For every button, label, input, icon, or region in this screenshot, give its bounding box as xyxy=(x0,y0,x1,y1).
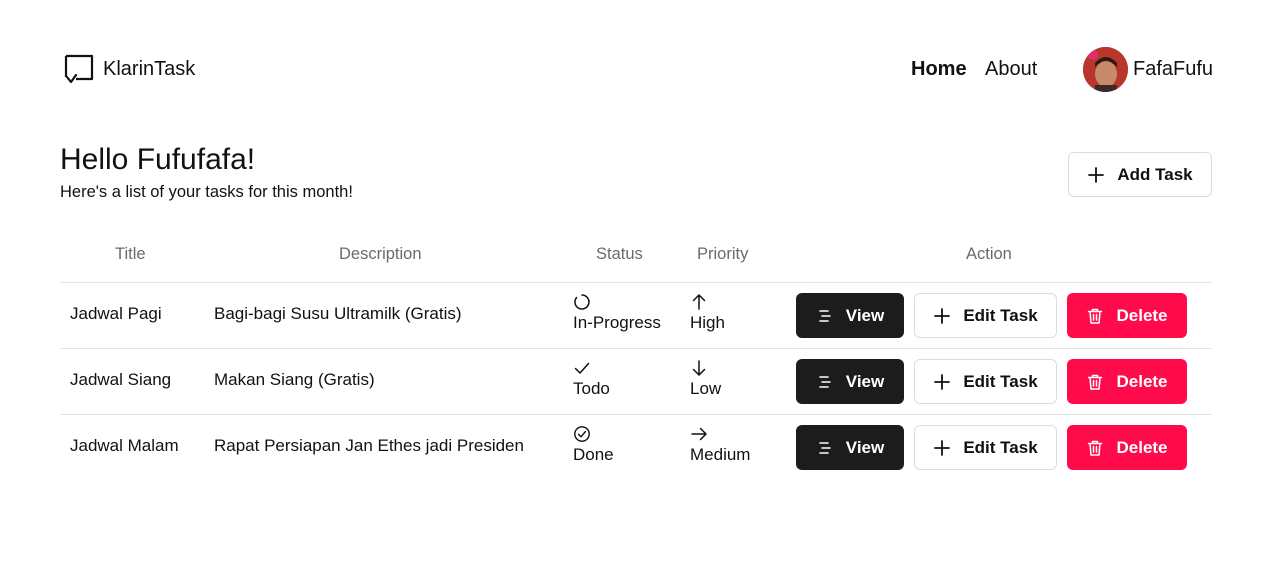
task-description: Makan Siang (Gratis) xyxy=(214,370,375,389)
plus-icon xyxy=(1088,166,1105,183)
nav-home-link[interactable]: Home xyxy=(911,58,967,81)
view-label: View xyxy=(845,371,885,391)
add-task-label: Add Task xyxy=(1117,164,1193,184)
check-circle-icon xyxy=(574,426,590,442)
task-logo-icon xyxy=(64,54,94,84)
list-icon xyxy=(818,441,831,454)
edit-label: Edit Task xyxy=(963,305,1038,325)
check-icon xyxy=(574,362,590,374)
task-priority: Medium xyxy=(690,445,751,464)
task-title: Jadwal Pagi xyxy=(70,304,162,323)
task-description: Rapat Persiapan Jan Ethes jadi Presiden xyxy=(214,436,524,455)
table-header-divider xyxy=(60,282,1212,283)
plus-icon xyxy=(934,373,951,390)
arrow-down-icon xyxy=(692,360,706,376)
row-divider xyxy=(60,414,1212,415)
user-name: FafaFufu xyxy=(1133,58,1214,80)
column-header-status: Status xyxy=(596,245,643,263)
task-description: Bagi-bagi Susu Ultramilk (Gratis) xyxy=(214,304,462,323)
task-status: Done xyxy=(573,445,614,464)
column-header-action: Action xyxy=(966,245,1012,263)
avatar xyxy=(1083,47,1128,92)
delete-button[interactable]: Delete xyxy=(1067,293,1187,338)
column-header-description: Description xyxy=(339,245,422,263)
plus-icon xyxy=(934,307,951,324)
view-button[interactable]: View xyxy=(796,359,904,404)
edit-task-button[interactable]: Edit Task xyxy=(914,359,1057,404)
page-subtitle: Here's a list of your tasks for this mon… xyxy=(60,183,353,201)
edit-label: Edit Task xyxy=(963,371,1038,391)
view-label: View xyxy=(845,305,885,325)
row-divider xyxy=(60,348,1212,349)
app-name: KlarinTask xyxy=(103,57,196,80)
edit-label: Edit Task xyxy=(963,437,1038,457)
edit-task-button[interactable]: Edit Task xyxy=(914,425,1057,470)
list-icon xyxy=(818,375,831,388)
plus-icon xyxy=(934,439,951,456)
arrow-right-icon xyxy=(691,427,707,441)
progress-circle-icon xyxy=(574,294,590,310)
column-header-title: Title xyxy=(115,245,146,263)
task-priority: Low xyxy=(690,379,722,398)
view-button[interactable]: View xyxy=(796,425,904,470)
delete-label: Delete xyxy=(1116,437,1168,457)
user-menu[interactable]: FafaFufu xyxy=(1083,47,1213,92)
list-icon xyxy=(818,309,831,322)
trash-icon xyxy=(1088,374,1103,390)
delete-label: Delete xyxy=(1116,305,1168,325)
task-title: Jadwal Siang xyxy=(70,370,172,389)
nav-about-link[interactable]: About xyxy=(985,58,1037,81)
view-label: View xyxy=(845,437,885,457)
delete-label: Delete xyxy=(1116,371,1168,391)
app-logo[interactable]: KlarinTask xyxy=(62,53,195,85)
task-title: Jadwal Malam xyxy=(70,436,179,455)
trash-icon xyxy=(1088,440,1103,456)
task-status: Todo xyxy=(573,379,610,398)
trash-icon xyxy=(1088,308,1103,324)
page-title: Hello Fufufafa! xyxy=(60,143,256,176)
view-button[interactable]: View xyxy=(796,293,904,338)
task-priority: High xyxy=(690,313,725,332)
delete-button[interactable]: Delete xyxy=(1067,359,1187,404)
column-header-priority: Priority xyxy=(697,245,749,263)
task-status: In-Progress xyxy=(573,313,661,332)
delete-button[interactable]: Delete xyxy=(1067,425,1187,470)
edit-task-button[interactable]: Edit Task xyxy=(914,293,1057,338)
add-task-button[interactable]: Add Task xyxy=(1068,152,1212,197)
arrow-up-icon xyxy=(692,294,706,310)
